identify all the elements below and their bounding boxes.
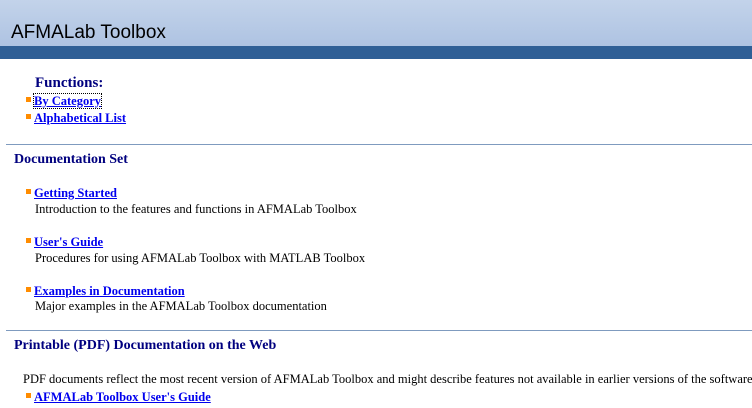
examples-description: Major examples in the AFMALab Toolbox do… <box>35 299 327 313</box>
header-bar <box>0 46 752 59</box>
bullet-icon <box>26 113 31 119</box>
pdf-documentation-heading: Printable (PDF) Documentation on the Web <box>14 338 277 353</box>
getting-started-link[interactable]: Getting Started <box>34 186 117 200</box>
list-item: AFMALab Toolbox User's Guide <box>26 389 211 405</box>
page-title: AFMALab Toolbox <box>11 22 166 43</box>
functions-heading: Functions: <box>35 75 104 91</box>
bullet-icon <box>26 286 31 292</box>
documentation-set-heading: Documentation Set <box>14 152 128 167</box>
alphabetical-list-link[interactable]: Alphabetical List <box>34 111 126 125</box>
section-divider <box>6 144 752 145</box>
list-item: Getting Started <box>26 185 117 201</box>
list-item: User's Guide <box>26 234 103 250</box>
bullet-icon <box>26 188 31 194</box>
by-category-link[interactable]: By Category <box>33 93 102 109</box>
list-item: Alphabetical List <box>26 110 126 126</box>
list-item: By Category <box>26 93 102 109</box>
bullet-icon <box>26 96 31 102</box>
list-item: Examples in Documentation <box>26 283 185 299</box>
bullet-icon <box>26 392 31 398</box>
users-guide-link[interactable]: User's Guide <box>34 235 103 249</box>
header-band: AFMALab Toolbox <box>0 0 752 46</box>
bullet-icon <box>26 237 31 243</box>
getting-started-description: Introduction to the features and functio… <box>35 202 357 216</box>
section-divider <box>6 330 752 331</box>
users-guide-description: Procedures for using AFMALab Toolbox wit… <box>35 251 366 265</box>
pdf-users-guide-link[interactable]: AFMALab Toolbox User's Guide <box>34 390 211 404</box>
pdf-description: PDF documents reflect the most recent ve… <box>23 372 752 386</box>
examples-link[interactable]: Examples in Documentation <box>34 284 185 298</box>
